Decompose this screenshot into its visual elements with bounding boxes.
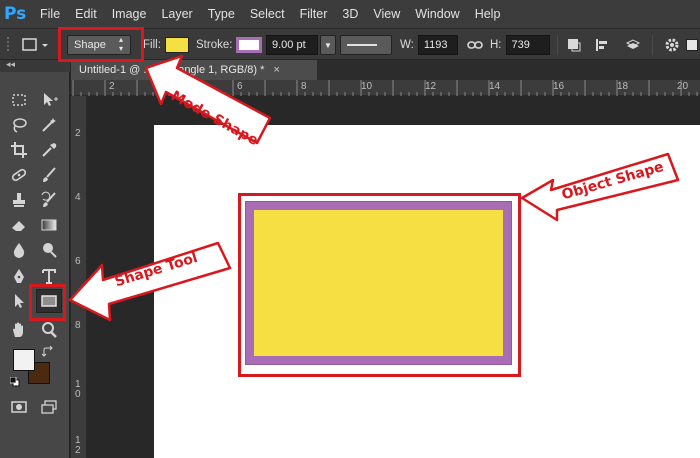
callout-arrows	[68, 54, 680, 322]
shape-tool-arrow-icon	[68, 241, 232, 322]
